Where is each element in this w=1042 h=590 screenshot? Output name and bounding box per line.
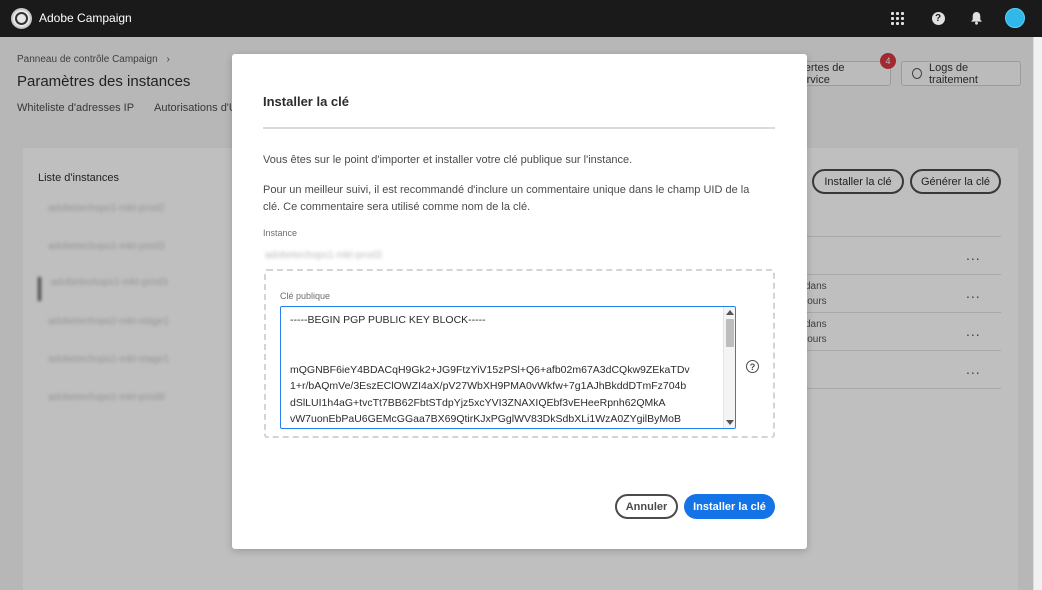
- public-key-content[interactable]: -----BEGIN PGP PUBLIC KEY BLOCK----- mQG…: [290, 312, 720, 428]
- dialog-title: Installer la clé: [263, 94, 349, 109]
- scroll-up-arrow-icon[interactable]: [726, 310, 734, 315]
- adobe-campaign-logo-icon[interactable]: [11, 8, 32, 29]
- top-bar: Adobe Campaign ?: [0, 0, 1042, 37]
- scrollbar-thumb[interactable]: [726, 319, 734, 347]
- public-key-textarea[interactable]: -----BEGIN PGP PUBLIC KEY BLOCK----- mQG…: [280, 306, 736, 429]
- instance-field-value: adobetechops1-mkt-prod3: [265, 250, 382, 261]
- scroll-down-arrow-icon[interactable]: [726, 420, 734, 425]
- help-icon[interactable]: ?: [929, 9, 947, 27]
- install-key-dialog: Installer la clé Vous êtes sur le point …: [232, 54, 807, 549]
- page-scrollbar[interactable]: [1033, 37, 1042, 590]
- public-key-line: [290, 345, 720, 362]
- user-avatar[interactable]: [1005, 8, 1025, 28]
- public-key-line: 1+r/bAQmVe/3EszEClOWZI4aX/pV27WbXH9PMA0v…: [290, 380, 687, 392]
- dialog-advice-text: Pour un meilleur suivi, il est recommand…: [263, 184, 750, 213]
- dialog-divider: [263, 127, 775, 129]
- public-key-label: Clé publique: [280, 291, 331, 301]
- apps-grid-icon[interactable]: [891, 12, 904, 25]
- public-key-help-icon[interactable]: ?: [746, 360, 759, 373]
- install-key-confirm-button[interactable]: Installer la clé: [684, 494, 775, 519]
- textarea-scrollbar[interactable]: [723, 307, 735, 428]
- public-key-line: vW7uonEbPaU6GEMcGGaa7BX69QtirKJxPGglWV83…: [290, 413, 681, 425]
- instance-field-label: Instance: [263, 228, 298, 238]
- app-title[interactable]: Adobe Campaign: [39, 11, 132, 25]
- public-key-line: [290, 329, 720, 346]
- dialog-intro-text: Vous êtes sur le point d'importer et ins…: [263, 154, 633, 166]
- cancel-button[interactable]: Annuler: [615, 494, 678, 519]
- public-key-line: -----BEGIN PGP PUBLIC KEY BLOCK-----: [290, 314, 486, 326]
- notifications-bell-icon[interactable]: [967, 9, 985, 27]
- public-key-line: mQGNBF6ieY4BDACqH9Gk2+JG9FtzYiV15zPSl+Q6…: [290, 363, 690, 376]
- public-key-line: dSlLUI1h4aG+tvcTt7BB62FbtSTdpYjz5xcYVI3Z…: [290, 396, 666, 409]
